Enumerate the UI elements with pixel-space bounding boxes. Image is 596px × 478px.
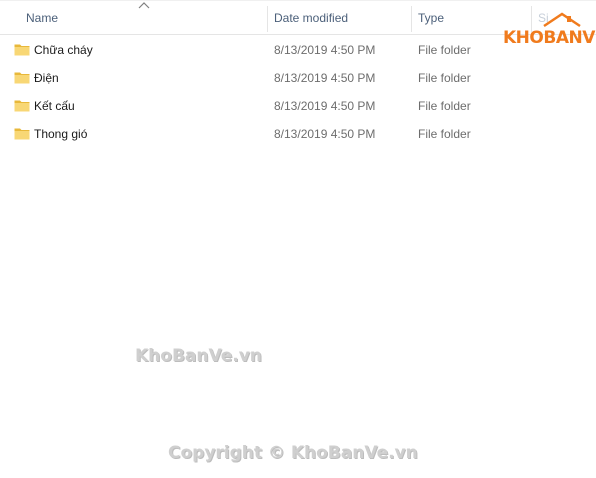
file-row[interactable]: Thong gió 8/13/2019 4:50 PM File folder xyxy=(0,120,596,148)
file-name: Điện xyxy=(34,71,59,85)
file-row[interactable]: Kết cấu 8/13/2019 4:50 PM File folder xyxy=(0,92,596,120)
file-type: File folder xyxy=(418,127,471,141)
file-date-modified: 8/13/2019 4:50 PM xyxy=(274,71,376,85)
file-type: File folder xyxy=(418,99,471,113)
file-date-modified: 8/13/2019 4:50 PM xyxy=(274,99,376,113)
logo-text-kho: KHO xyxy=(503,28,544,48)
file-date-modified: 8/13/2019 4:50 PM xyxy=(274,43,376,57)
file-name: Kết cấu xyxy=(34,99,75,113)
khobanve-logo: KHOBANVE xyxy=(500,10,596,54)
sort-ascending-icon xyxy=(138,2,150,9)
column-header-type[interactable]: Type xyxy=(418,11,444,25)
folder-icon xyxy=(14,100,30,112)
column-divider[interactable] xyxy=(411,6,412,32)
folder-icon xyxy=(14,44,30,56)
folder-icon xyxy=(14,128,30,140)
file-type: File folder xyxy=(418,43,471,57)
copyright-watermark: Copyright © KhoBanVe.vn xyxy=(168,443,418,463)
file-name: Chữa cháy xyxy=(34,43,93,57)
column-header-date-modified[interactable]: Date modified xyxy=(274,11,348,25)
folder-icon xyxy=(14,72,30,84)
file-date-modified: 8/13/2019 4:50 PM xyxy=(274,127,376,141)
column-header-name[interactable]: Name xyxy=(26,11,58,25)
file-type: File folder xyxy=(418,71,471,85)
logo-text: KHOBANVE xyxy=(503,28,596,48)
logo-text-banve: BANVE xyxy=(543,28,596,48)
file-row[interactable]: Điện 8/13/2019 4:50 PM File folder xyxy=(0,64,596,92)
watermark-text: KhoBanVe.vn xyxy=(135,346,262,366)
file-name: Thong gió xyxy=(34,127,88,141)
file-explorer-window: Name Date modified Type Si Chữa cháy 8/1… xyxy=(0,0,596,478)
column-divider[interactable] xyxy=(267,6,268,32)
